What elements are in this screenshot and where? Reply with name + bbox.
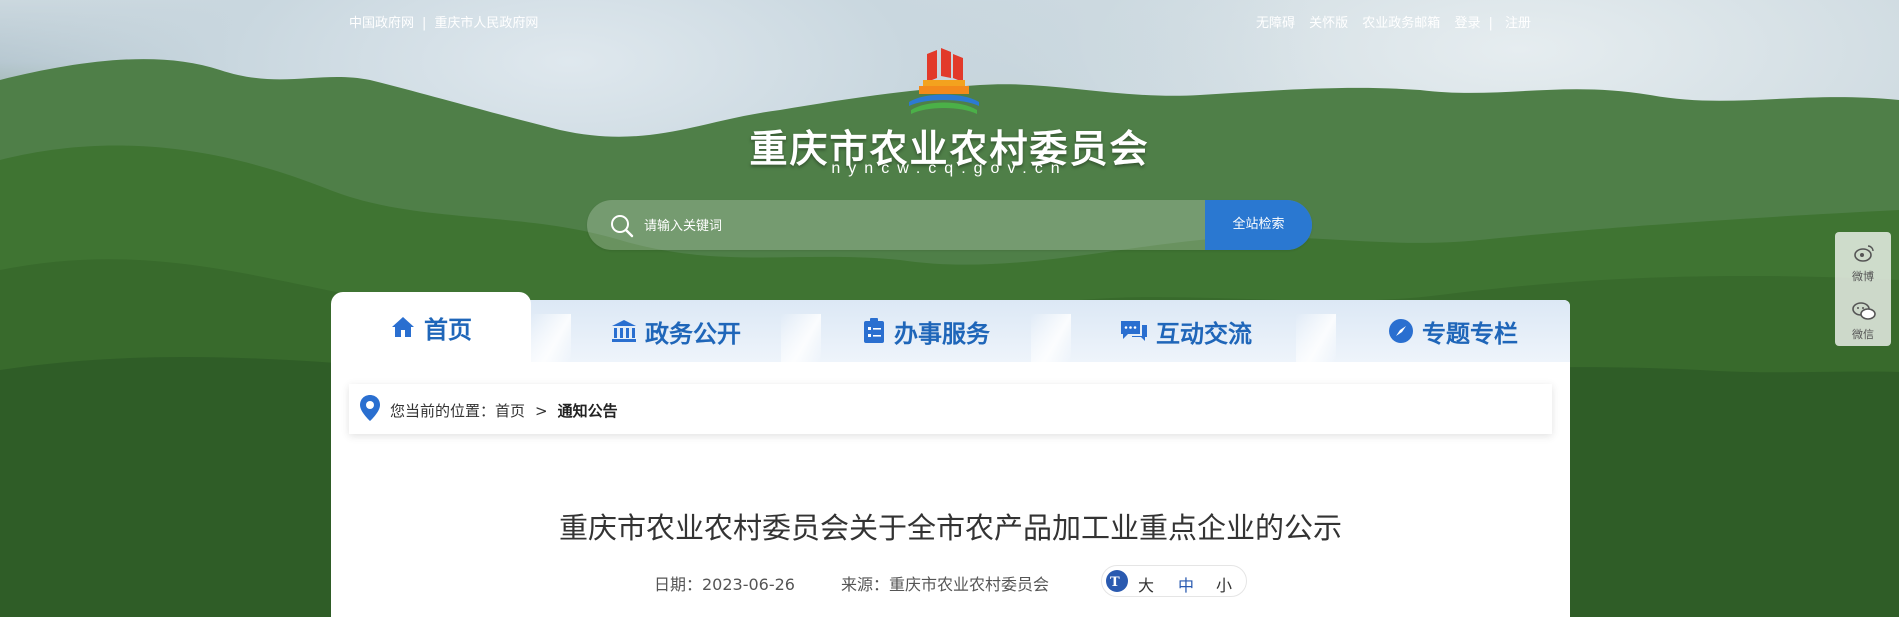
link-mailbox[interactable]: 农业政务邮箱 xyxy=(1362,16,1440,31)
font-size-switcher: T 大 中 小 xyxy=(1101,565,1247,597)
tab-divider xyxy=(1296,314,1336,362)
share-weibo[interactable]: 微博 xyxy=(1835,232,1891,288)
compass-icon xyxy=(1389,319,1413,343)
tab-home[interactable]: 首页 xyxy=(331,292,531,362)
share-wechat-label: 微信 xyxy=(1852,328,1874,341)
link-separator: | xyxy=(422,16,427,31)
tab-gov-affairs-label: 政务公开 xyxy=(645,319,741,348)
main-nav: 首页 政务公开 办事服务 互动交流 专题专栏 xyxy=(331,292,1570,362)
tab-gov-affairs[interactable]: 政务公开 xyxy=(571,300,781,362)
font-size-small[interactable]: 小 xyxy=(1216,572,1232,596)
tab-divider xyxy=(1031,314,1071,362)
tab-home-label: 首页 xyxy=(424,315,472,344)
breadcrumb-home-link[interactable]: 首页 xyxy=(495,402,525,420)
building-icon xyxy=(612,320,636,342)
breadcrumb-prefix: 您当前的位置： xyxy=(390,402,496,420)
search-input[interactable] xyxy=(642,214,1246,238)
font-size-medium[interactable]: 中 xyxy=(1178,572,1194,596)
article-meta: 日期：2023-06-26 来源：重庆市农业农村委员会 T 大 中 小 xyxy=(331,565,1570,597)
user-links: 无障碍 关怀版 农业政务邮箱 登录 | 注册 xyxy=(1256,12,1531,31)
wechat-icon xyxy=(1852,302,1876,320)
breadcrumb: 您当前的位置：首页 > 通知公告 xyxy=(349,384,1552,434)
tab-divider xyxy=(781,314,821,362)
clipboard-icon xyxy=(864,318,884,343)
share-wechat[interactable]: 微信 xyxy=(1835,290,1891,346)
link-separator: | xyxy=(1488,16,1493,31)
link-chongqing-gov[interactable]: 重庆市人民政府网 xyxy=(434,16,538,31)
tab-divider xyxy=(531,314,571,362)
link-care-version[interactable]: 关怀版 xyxy=(1309,16,1348,31)
breadcrumb-current: 通知公告 xyxy=(557,402,618,420)
tab-interaction[interactable]: 互动交流 xyxy=(1071,300,1301,362)
tab-interaction-label: 互动交流 xyxy=(1156,319,1252,348)
link-accessibility[interactable]: 无障碍 xyxy=(1256,16,1295,31)
site-logo[interactable] xyxy=(905,48,983,116)
tab-topics[interactable]: 专题专栏 xyxy=(1336,300,1570,362)
search-bar: 全站检索 xyxy=(587,200,1312,250)
site-search-button[interactable]: 全站检索 xyxy=(1205,200,1312,250)
content-panel: 首页 政务公开 办事服务 互动交流 专题专栏 您当前的位置：首页 > 通知公告 … xyxy=(331,292,1570,617)
home-icon xyxy=(392,317,414,337)
chat-icon xyxy=(1121,321,1147,341)
link-central-gov[interactable]: 中国政府网 xyxy=(349,16,414,31)
weibo-icon xyxy=(1854,245,1874,262)
tab-topics-label: 专题专栏 xyxy=(1422,319,1518,348)
article-source: 来源：重庆市农业农村委员会 xyxy=(841,575,1050,594)
article-date: 日期：2023-06-26 xyxy=(654,575,795,594)
tab-services[interactable]: 办事服务 xyxy=(821,300,1031,362)
location-pin-icon xyxy=(360,395,380,421)
link-login[interactable]: 登录 xyxy=(1454,16,1480,31)
share-sidebar: 微博 微信 xyxy=(1835,232,1891,346)
share-weibo-label: 微博 xyxy=(1852,270,1874,283)
gov-links: 中国政府网 | 重庆市人民政府网 xyxy=(349,12,538,31)
tab-services-label: 办事服务 xyxy=(894,319,990,348)
svg-text:T: T xyxy=(1110,575,1120,590)
font-size-icon: T xyxy=(1106,570,1128,592)
top-utility-bar: 中国政府网 | 重庆市人民政府网 无障碍 关怀版 农业政务邮箱 登录 | 注册 xyxy=(0,12,1899,32)
search-icon xyxy=(611,215,634,238)
link-register[interactable]: 注册 xyxy=(1505,16,1531,31)
font-size-large[interactable]: 大 xyxy=(1138,572,1154,596)
breadcrumb-trail: 您当前的位置：首页 > 通知公告 xyxy=(390,400,618,421)
site-domain: nyncw.cq.gov.cn xyxy=(831,160,1068,177)
article-title: 重庆市农业农村委员会关于全市农产品加工业重点企业的公示 xyxy=(558,511,1342,545)
breadcrumb-separator: > xyxy=(535,402,548,420)
